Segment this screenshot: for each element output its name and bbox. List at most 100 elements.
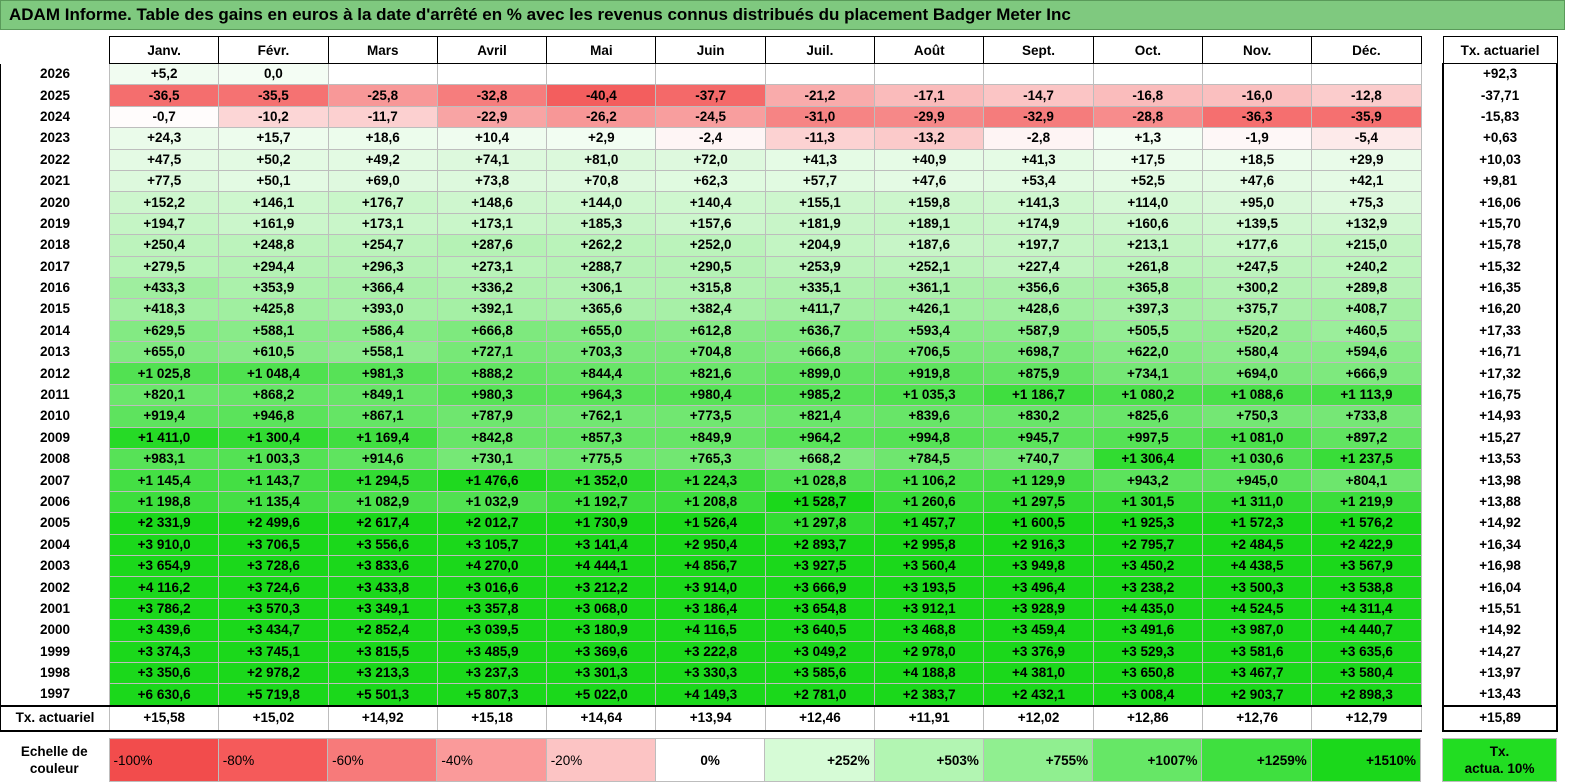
gain-cell: -1,9 [1201, 127, 1313, 150]
year-label: 2010 [0, 405, 110, 428]
gain-cell: +1 297,8 [764, 512, 876, 535]
color-scale-gap [1421, 739, 1443, 782]
gain-cell: +273,1 [436, 255, 548, 278]
row-actuarial-rate: +10,03 [1442, 149, 1559, 171]
gain-cell: +694,0 [1201, 362, 1313, 385]
gain-cell: +730,1 [436, 448, 548, 471]
color-scale-label: Echelle de couleur [0, 739, 109, 782]
gain-cell: +262,2 [546, 234, 657, 257]
month-header: Déc. [1311, 36, 1422, 64]
gain-cell: +784,5 [874, 448, 985, 471]
gain-cell: +4 116,2 [108, 576, 220, 599]
gain-cell: +290,5 [655, 255, 766, 278]
month-header: Févr. [218, 36, 329, 64]
month-header: Juin [655, 36, 766, 64]
gain-cell: +174,9 [983, 212, 1094, 236]
gain-cell: +3 468,8 [874, 619, 985, 642]
row-gap [1421, 662, 1444, 684]
gain-cell: +1 198,8 [108, 490, 220, 514]
gain-cell: -5,4 [1311, 127, 1422, 150]
row-actuarial-rate: +16,34 [1442, 534, 1559, 556]
gain-cell: +704,8 [655, 341, 766, 364]
gain-cell [655, 62, 766, 86]
gain-cell: +985,2 [764, 383, 876, 407]
gain-cell: +666,8 [764, 341, 876, 364]
month-header: Mars [327, 36, 438, 64]
gain-cell: -10,2 [218, 105, 329, 129]
gain-cell: +248,8 [218, 234, 329, 257]
row-gap [1421, 213, 1444, 235]
year-label: 2018 [0, 234, 110, 257]
row-gap [1421, 641, 1444, 663]
gain-cell: +2,9 [546, 127, 657, 150]
gain-cell: +773,5 [655, 405, 766, 428]
gain-cell: +4 270,0 [436, 554, 548, 578]
gain-cell: +588,1 [218, 319, 329, 343]
gain-cell: +655,0 [546, 319, 657, 343]
gain-cell: +144,0 [546, 191, 657, 214]
gain-cell: +4 311,4 [1311, 597, 1422, 621]
gain-cell: +1 297,5 [983, 490, 1094, 514]
year-label: 1998 [0, 662, 110, 684]
gain-cell: +3 949,8 [983, 554, 1094, 578]
gain-cell: +4 188,8 [874, 661, 985, 685]
gain-cell [436, 62, 548, 86]
row-gap [1421, 256, 1444, 278]
gain-cell: +2 331,9 [108, 512, 220, 535]
gain-cell: +77,5 [108, 169, 220, 193]
gain-cell: +5 719,8 [218, 683, 329, 707]
gain-cell: -11,3 [764, 127, 876, 150]
gain-cell: +361,1 [874, 276, 985, 300]
gain-cell: +152,2 [108, 191, 220, 214]
color-scale: Echelle de couleur -100% -80% -60% -40% -20% 0%… [0, 738, 1558, 782]
gain-cell: +81,0 [546, 148, 657, 171]
gain-cell: +1 129,9 [983, 469, 1094, 492]
totals-cell: +15,18 [436, 704, 548, 732]
gain-cell: +3 141,4 [546, 533, 657, 556]
row-gap [1421, 405, 1444, 428]
gain-cell: +2 950,4 [655, 533, 766, 556]
gain-cell: +335,1 [764, 276, 876, 300]
year-label: 2001 [0, 598, 110, 620]
gain-cell: +629,5 [108, 319, 220, 343]
gain-cell: +3 369,6 [546, 640, 657, 663]
gain-cell: +252,1 [874, 255, 985, 278]
gain-cell: +946,8 [218, 405, 329, 428]
gain-cell: +943,2 [1092, 469, 1203, 492]
row-gap [1421, 127, 1444, 150]
gain-cell: +1 088,6 [1201, 383, 1313, 407]
gain-cell: +2 422,9 [1311, 533, 1422, 556]
gain-cell: +3 357,8 [436, 597, 548, 621]
gain-cell: +18,5 [1201, 148, 1313, 171]
row-actuarial-rate: +15,70 [1442, 213, 1559, 235]
gain-cell: -16,8 [1092, 84, 1203, 107]
table-row: 2006 +1 198,8 +1 135,4 +1 082,9 +1 032,9 +1 1… [0, 490, 1559, 514]
gain-cell: +3 222,8 [655, 640, 766, 663]
color-scale-actuarial-line1: Tx. [1489, 744, 1510, 759]
table-body: 2026 +5,2 0,0 +92,3 2025 -36,5 -35,5 -25,8 -32,8… [0, 62, 1559, 732]
row-gap [1421, 576, 1444, 599]
row-gap [1421, 170, 1444, 192]
gain-cell: -29,9 [874, 105, 985, 129]
table-row: 2013 +655,0 +610,5 +558,1 +727,1 +703,3 +704,8… [0, 341, 1559, 364]
gain-cell: +74,1 [436, 148, 548, 171]
year-label: 2005 [0, 512, 110, 535]
row-gap [1421, 149, 1444, 171]
color-scale-swatch: -20% [545, 738, 656, 782]
gain-cell: -36,5 [108, 84, 220, 107]
gain-cell: +393,0 [327, 298, 438, 321]
row-actuarial-rate: +13,53 [1442, 448, 1559, 470]
gain-cell: -16,0 [1201, 84, 1313, 107]
table-row: 2012 +1 025,8 +1 048,4 +981,3 +888,2 +844,4 +8… [0, 362, 1559, 385]
gain-cell: -2,4 [655, 127, 766, 150]
gain-cell: -36,3 [1201, 105, 1313, 129]
totals-cell: +12,79 [1311, 704, 1422, 732]
gain-cell: +1 572,3 [1201, 512, 1313, 535]
gain-cell: +213,1 [1092, 234, 1203, 257]
gain-cell: +2 383,7 [874, 683, 985, 707]
gain-cell: +3 724,6 [218, 576, 329, 599]
year-label: 2002 [0, 576, 110, 599]
color-scale-swatch: -40% [436, 738, 547, 782]
gain-cell: +580,4 [1201, 341, 1313, 364]
gain-cell: +612,8 [655, 319, 766, 343]
